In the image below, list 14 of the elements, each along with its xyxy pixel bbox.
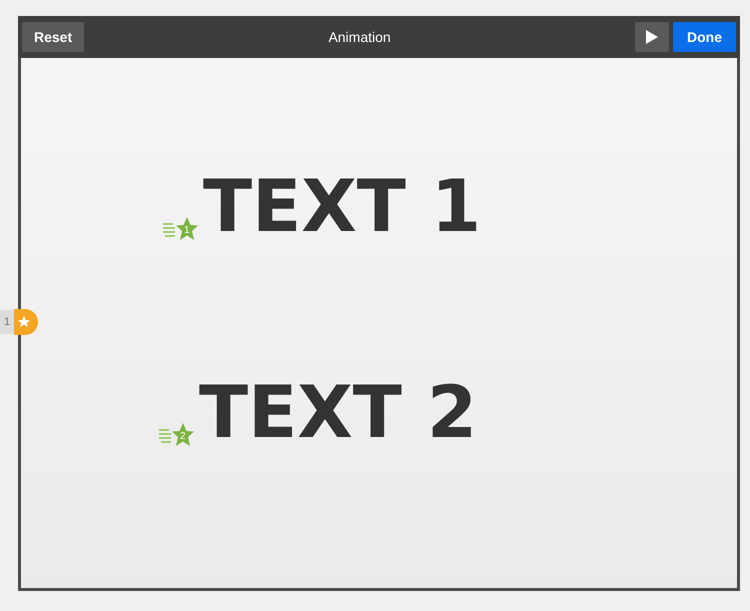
play-icon — [646, 30, 658, 44]
build-star-icon — [159, 422, 195, 448]
animation-badge[interactable]: 2 — [159, 422, 195, 448]
slide-text[interactable]: TEXT 1 — [203, 164, 482, 248]
build-star-icon — [163, 216, 199, 242]
slide-text[interactable]: TEXT 2 — [199, 370, 478, 454]
play-button[interactable] — [635, 22, 669, 52]
marker-label[interactable]: 1 — [0, 310, 14, 334]
reset-button[interactable]: Reset — [22, 22, 84, 52]
order-number: 1 — [184, 224, 190, 238]
window-title: Animation — [328, 28, 391, 46]
animation-badge[interactable]: 1 — [163, 216, 199, 242]
order-number: 2 — [180, 430, 186, 444]
done-button[interactable]: Done — [673, 22, 736, 52]
